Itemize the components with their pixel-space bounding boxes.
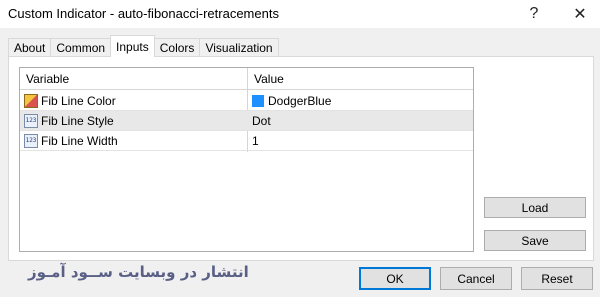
window-title: Custom Indicator - auto-fibonacci-retrac… (8, 6, 279, 21)
variable-value[interactable]: DodgerBlue (252, 91, 331, 111)
variable-value[interactable]: Dot (252, 111, 271, 131)
tab-about[interactable]: About (8, 38, 52, 57)
tab-common[interactable]: Common (50, 38, 112, 57)
table-row[interactable]: Fib Line Color DodgerBlue (20, 91, 473, 111)
variable-name: Fib Line Style (41, 114, 114, 128)
column-header-variable[interactable]: Variable (26, 68, 69, 90)
reset-button[interactable]: Reset (521, 267, 593, 290)
close-icon: ✕ (573, 6, 587, 23)
ok-button[interactable]: OK (359, 267, 431, 290)
title-bar: Custom Indicator - auto-fibonacci-retrac… (0, 0, 600, 28)
tab-colors[interactable]: Colors (153, 38, 201, 57)
help-button[interactable]: ? (519, 2, 549, 26)
tab-inputs[interactable]: Inputs (110, 35, 155, 57)
load-button[interactable]: Load (484, 197, 586, 218)
save-button[interactable]: Save (484, 230, 586, 251)
close-button[interactable]: ✕ (565, 2, 595, 26)
cancel-button[interactable]: Cancel (440, 267, 512, 290)
table-row[interactable]: 123 Fib Line Width 1 (20, 131, 473, 151)
variable-value[interactable]: 1 (252, 131, 259, 151)
color-swatch (252, 95, 264, 107)
table-row[interactable]: 123 Fib Line Style Dot (20, 111, 473, 131)
watermark-text: انتشار در وبسایت ســود آمـوز (28, 263, 249, 281)
color-value-label: DodgerBlue (268, 94, 332, 108)
column-header-value[interactable]: Value (254, 68, 284, 90)
inputs-panel: Variable Value Fib Line Color DodgerBlue… (8, 56, 594, 261)
color-icon (24, 94, 38, 108)
variable-name: Fib Line Color (41, 94, 116, 108)
number-icon: 123 (24, 134, 38, 148)
inputs-table: Variable Value Fib Line Color DodgerBlue… (19, 67, 474, 252)
help-icon: ? (529, 5, 539, 22)
tab-visualization[interactable]: Visualization (199, 38, 279, 57)
tab-strip: About Common Inputs Colors Visualization (8, 35, 279, 57)
variable-name: Fib Line Width (41, 134, 118, 148)
number-icon: 123 (24, 114, 38, 128)
